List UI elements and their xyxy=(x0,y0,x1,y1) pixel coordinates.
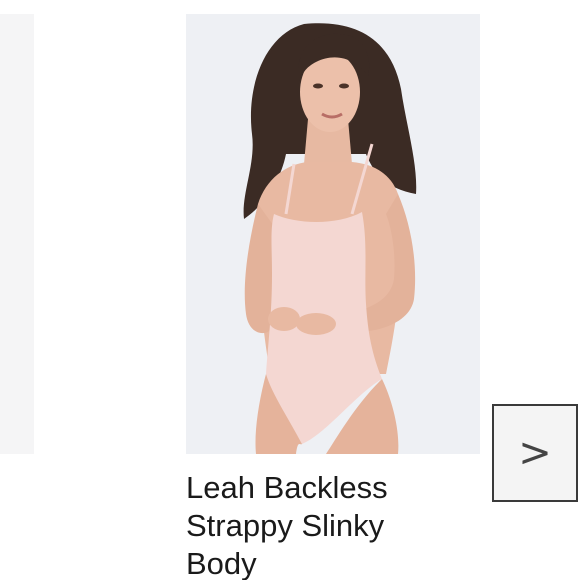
chevron-right-icon: > xyxy=(518,430,552,476)
product-card[interactable]: Leah Backless Strappy Slinky Body xyxy=(186,14,480,580)
product-image[interactable] xyxy=(186,14,480,454)
carousel-next-button[interactable]: > xyxy=(492,404,578,502)
model-photo xyxy=(186,14,480,454)
previous-product-card[interactable] xyxy=(0,14,34,454)
product-title[interactable]: Leah Backless Strappy Slinky Body xyxy=(186,469,476,580)
product-carousel: Leah Backless Strappy Slinky Body > xyxy=(0,0,580,580)
